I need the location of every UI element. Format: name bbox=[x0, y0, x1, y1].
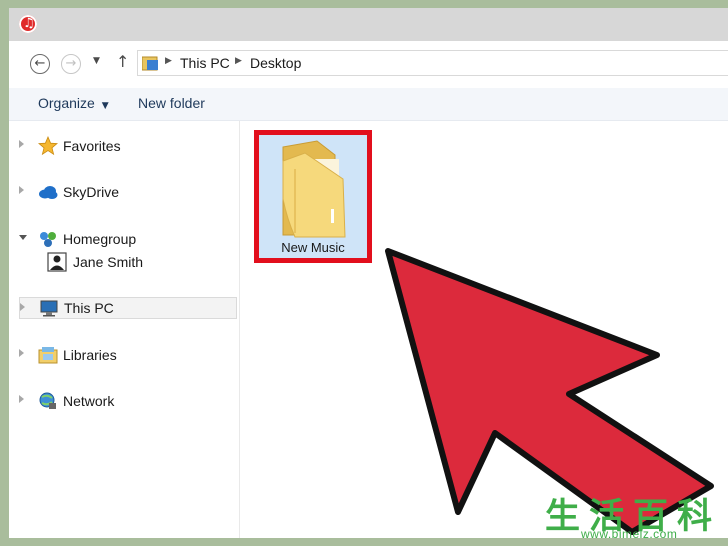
watermark-char: 科 bbox=[677, 497, 713, 537]
watermark-url: www.bimeiz.com bbox=[581, 527, 678, 541]
red-pointer-arrow-graphic bbox=[385, 248, 714, 535]
watermark-logo: 生 活 百 科 www.bimeiz.com bbox=[523, 488, 723, 541]
watermark-char: 生 bbox=[545, 497, 581, 537]
file-explorer-window: ← → ▼ ↑ ▶ This PC ▶ Desktop Organize ▼ N… bbox=[9, 8, 728, 538]
